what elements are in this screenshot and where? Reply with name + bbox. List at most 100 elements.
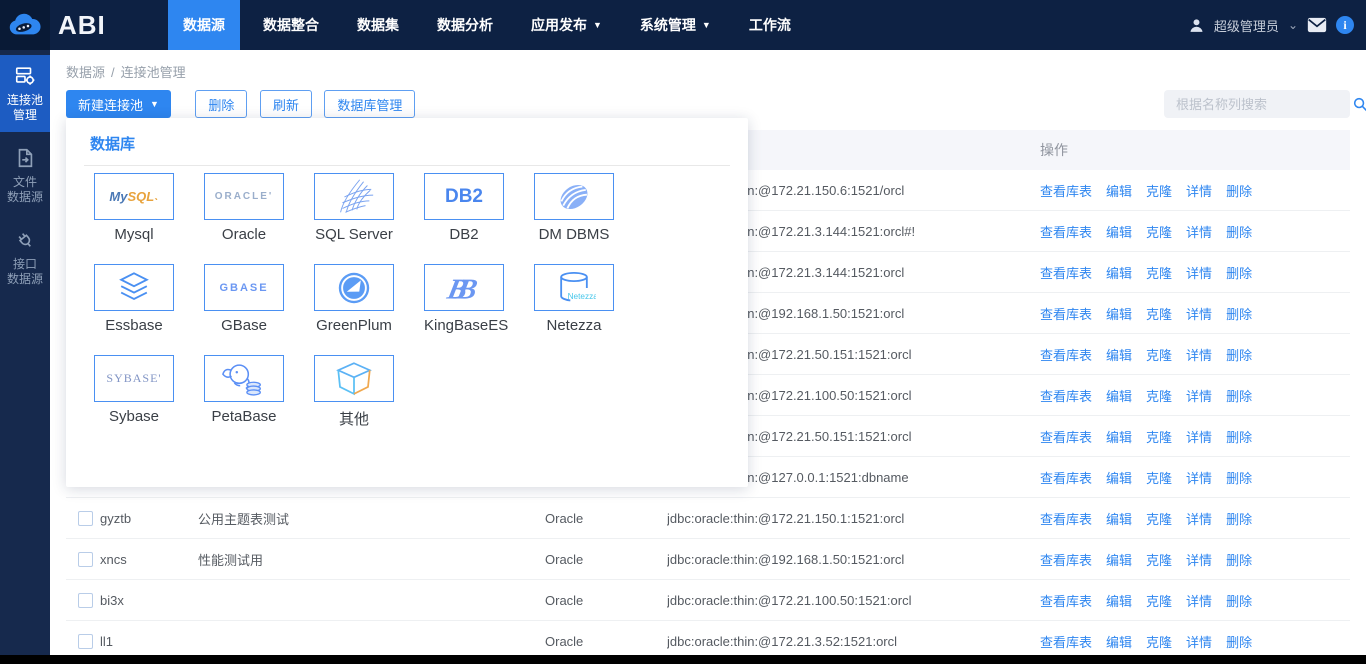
database-option[interactable]: SQL Server [314, 173, 394, 243]
action-link[interactable]: 查看库表 [1040, 591, 1092, 610]
action-link[interactable]: 详情 [1186, 386, 1212, 405]
database-option[interactable]: BBKingBaseES [424, 264, 504, 334]
database-option[interactable]: GreenPlum [314, 264, 394, 334]
nav-tab[interactable]: 应用发布▼ [516, 0, 617, 50]
action-link[interactable]: 详情 [1186, 632, 1212, 651]
row-checkbox[interactable] [78, 634, 93, 649]
action-link[interactable]: 克隆 [1146, 263, 1172, 282]
database-option[interactable]: PetaBase [204, 355, 284, 429]
action-link[interactable]: 编辑 [1106, 345, 1132, 364]
nav-tab[interactable]: 系统管理▼ [625, 0, 726, 50]
action-link[interactable]: 查看库表 [1040, 427, 1092, 446]
sidebar-item[interactable]: 接口数据源 [0, 219, 50, 296]
action-link[interactable]: 查看库表 [1040, 632, 1092, 651]
action-link[interactable]: 克隆 [1146, 427, 1172, 446]
nav-tab[interactable]: 工作流 [734, 0, 806, 50]
nav-tab[interactable]: 数据整合 [248, 0, 334, 50]
search-icon[interactable] [1352, 96, 1366, 113]
new-pool-button[interactable]: 新建连接池▼ [66, 90, 171, 118]
action-link[interactable]: 编辑 [1106, 304, 1132, 323]
action-link[interactable]: 删除 [1226, 263, 1252, 282]
action-link[interactable]: 详情 [1186, 181, 1212, 200]
action-link[interactable]: 克隆 [1146, 304, 1172, 323]
database-option[interactable]: SYBASE'Sybase [94, 355, 174, 429]
search-box [1164, 90, 1350, 118]
action-link[interactable]: 删除 [1226, 345, 1252, 364]
action-link[interactable]: 查看库表 [1040, 509, 1092, 528]
action-link[interactable]: 详情 [1186, 468, 1212, 487]
action-link[interactable]: 编辑 [1106, 509, 1132, 528]
action-link[interactable]: 详情 [1186, 222, 1212, 241]
action-link[interactable]: 删除 [1226, 591, 1252, 610]
nav-tab[interactable]: 数据分析 [422, 0, 508, 50]
action-link[interactable]: 详情 [1186, 509, 1212, 528]
action-link[interactable]: 编辑 [1106, 181, 1132, 200]
action-link[interactable]: 克隆 [1146, 345, 1172, 364]
action-link[interactable]: 详情 [1186, 345, 1212, 364]
row-checkbox[interactable] [78, 511, 93, 526]
action-link[interactable]: 克隆 [1146, 509, 1172, 528]
action-link[interactable]: 查看库表 [1040, 345, 1092, 364]
action-link[interactable]: 克隆 [1146, 386, 1172, 405]
action-link[interactable]: 查看库表 [1040, 386, 1092, 405]
user-menu-chevron-icon[interactable]: ⌄ [1288, 18, 1298, 32]
database-option[interactable]: DM DBMS [534, 173, 614, 243]
action-link[interactable]: 编辑 [1106, 263, 1132, 282]
chevron-down-icon: ▼ [150, 99, 159, 109]
mail-icon[interactable] [1307, 17, 1327, 33]
action-link[interactable]: 删除 [1226, 181, 1252, 200]
action-link[interactable]: 克隆 [1146, 632, 1172, 651]
refresh-button[interactable]: 刷新 [260, 90, 312, 118]
action-link[interactable]: 编辑 [1106, 550, 1132, 569]
action-link[interactable]: 详情 [1186, 427, 1212, 446]
action-link[interactable]: 编辑 [1106, 468, 1132, 487]
database-option[interactable]: Essbase [94, 264, 174, 334]
action-link[interactable]: 删除 [1226, 427, 1252, 446]
action-link[interactable]: 删除 [1226, 509, 1252, 528]
sidebar-item[interactable]: 文件数据源 [0, 137, 50, 214]
action-link[interactable]: 查看库表 [1040, 263, 1092, 282]
action-link[interactable]: 查看库表 [1040, 468, 1092, 487]
action-link[interactable]: 克隆 [1146, 181, 1172, 200]
action-link[interactable]: 编辑 [1106, 591, 1132, 610]
action-link[interactable]: 详情 [1186, 263, 1212, 282]
row-checkbox[interactable] [78, 593, 93, 608]
database-option[interactable]: DB2DB2 [424, 173, 504, 243]
action-link[interactable]: 详情 [1186, 550, 1212, 569]
action-link[interactable]: 删除 [1226, 386, 1252, 405]
database-option[interactable]: MySQL˴Mysql [94, 173, 174, 243]
breadcrumb-item-datasource[interactable]: 数据源 [66, 65, 105, 80]
database-option[interactable]: GBASEGBase [204, 264, 284, 334]
action-link[interactable]: 删除 [1226, 550, 1252, 569]
action-link[interactable]: 克隆 [1146, 222, 1172, 241]
info-icon[interactable]: i [1336, 16, 1354, 34]
action-link[interactable]: 查看库表 [1040, 304, 1092, 323]
action-link[interactable]: 查看库表 [1040, 222, 1092, 241]
action-link[interactable]: 删除 [1226, 468, 1252, 487]
user-name[interactable]: 超级管理员 [1214, 16, 1279, 35]
action-link[interactable]: 克隆 [1146, 468, 1172, 487]
nav-tab[interactable]: 数据集 [342, 0, 414, 50]
action-link[interactable]: 编辑 [1106, 386, 1132, 405]
action-link[interactable]: 详情 [1186, 591, 1212, 610]
search-input[interactable] [1176, 97, 1352, 112]
action-link[interactable]: 查看库表 [1040, 181, 1092, 200]
action-link[interactable]: 查看库表 [1040, 550, 1092, 569]
nav-tab[interactable]: 数据源 [168, 0, 240, 50]
action-link[interactable]: 删除 [1226, 304, 1252, 323]
action-link[interactable]: 克隆 [1146, 591, 1172, 610]
action-link[interactable]: 编辑 [1106, 632, 1132, 651]
sidebar-item[interactable]: 连接池管理 [0, 55, 50, 132]
action-link[interactable]: 编辑 [1106, 427, 1132, 446]
action-link[interactable]: 删除 [1226, 222, 1252, 241]
action-link[interactable]: 编辑 [1106, 222, 1132, 241]
action-link[interactable]: 详情 [1186, 304, 1212, 323]
db-manage-button[interactable]: 数据库管理 [324, 90, 415, 118]
delete-button[interactable]: 删除 [195, 90, 247, 118]
action-link[interactable]: 克隆 [1146, 550, 1172, 569]
action-link[interactable]: 删除 [1226, 632, 1252, 651]
database-option[interactable]: 其他 [314, 355, 394, 429]
row-checkbox[interactable] [78, 552, 93, 567]
database-option[interactable]: NetezzaNetezza [534, 264, 614, 334]
database-option[interactable]: ORACLE'Oracle [204, 173, 284, 243]
